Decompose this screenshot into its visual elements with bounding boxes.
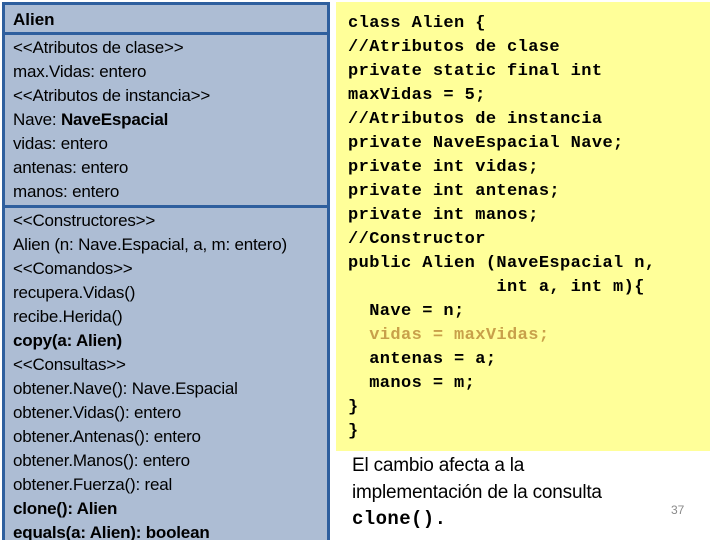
uml-operation-row: obtener.Vidas(): entero — [13, 403, 182, 422]
code-line: //Atributos de clase — [348, 38, 561, 57]
code-line: class Alien { — [348, 14, 486, 33]
uml-operation-row: obtener.Nave(): Nave.Espacial — [13, 379, 238, 398]
uml-operation-row: <<Consultas>> — [13, 355, 126, 374]
uml-attributes-section: <<Atributos de clase>> max.Vidas: entero… — [5, 35, 327, 208]
code-line: private int vidas; — [348, 158, 539, 177]
uml-operation-row: copy(a: Alien) — [13, 331, 122, 350]
caption-line-code: clone(). — [352, 508, 447, 530]
page-number: 37 — [671, 503, 685, 517]
uml-class-name-section: Alien — [5, 5, 327, 35]
code-line: antenas = a; — [348, 350, 497, 369]
code-line: //Constructor — [348, 230, 486, 249]
code-line: private NaveEspacial Nave; — [348, 134, 624, 153]
code-line: Nave = n; — [348, 302, 465, 321]
uml-operations-section: <<Constructores>> Alien (n: Nave.Espacia… — [5, 208, 327, 540]
uml-attribute-row: manos: entero — [13, 182, 120, 201]
code-line: } — [348, 398, 359, 417]
caption-line: El cambio afecta a la — [352, 455, 525, 476]
code-line: private int manos; — [348, 206, 539, 225]
java-code-panel: class Alien { //Atributos de clase priva… — [336, 2, 710, 451]
uml-attribute-type: NaveEspacial — [60, 110, 169, 129]
uml-operation-row: <<Constructores>> — [13, 211, 156, 230]
code-line: //Atributos de instancia — [348, 110, 603, 129]
caption-block: El cambio afecta a la implementación de … — [352, 452, 702, 533]
uml-attribute-label: Nave: — [13, 110, 61, 129]
code-line-highlighted: vidas = maxVidas; — [348, 326, 550, 345]
uml-operation-row: obtener.Antenas(): entero — [13, 427, 201, 446]
code-line: maxVidas = 5; — [348, 86, 486, 105]
code-line: } — [348, 422, 359, 441]
uml-operation-row: recibe.Herida() — [13, 307, 123, 326]
uml-class-name: Alien — [13, 10, 55, 29]
uml-operation-row: Alien (n: Nave.Espacial, a, m: entero) — [13, 235, 287, 254]
uml-operation-row: clone(): Alien — [13, 499, 118, 518]
code-line: private int antenas; — [348, 182, 561, 201]
code-line: manos = m; — [348, 374, 476, 393]
uml-operation-row: obtener.Manos(): entero — [13, 451, 190, 470]
uml-class-box: Alien <<Atributos de clase>> max.Vidas: … — [2, 2, 330, 540]
code-line: public Alien (NaveEspacial n, — [348, 254, 656, 273]
uml-attribute-row: vidas: entero — [13, 134, 108, 153]
uml-attribute-row: antenas: entero — [13, 158, 129, 177]
uml-operation-row: equals(a: Alien): boolean — [13, 523, 210, 540]
uml-attribute-row: max.Vidas: entero — [13, 62, 147, 81]
code-line: int a, int m){ — [348, 278, 645, 297]
uml-operation-row: obtener.Fuerza(): real — [13, 475, 173, 494]
uml-attribute-row: Nave: NaveEspacial — [13, 108, 327, 132]
uml-attribute-row: <<Atributos de instancia>> — [13, 86, 211, 105]
code-line: private static final int — [348, 62, 603, 81]
uml-operation-row: recupera.Vidas() — [13, 283, 136, 302]
uml-attribute-row: <<Atributos de clase>> — [13, 38, 184, 57]
uml-operation-row: <<Comandos>> — [13, 259, 133, 278]
caption-line: implementación de la consulta — [352, 482, 602, 503]
